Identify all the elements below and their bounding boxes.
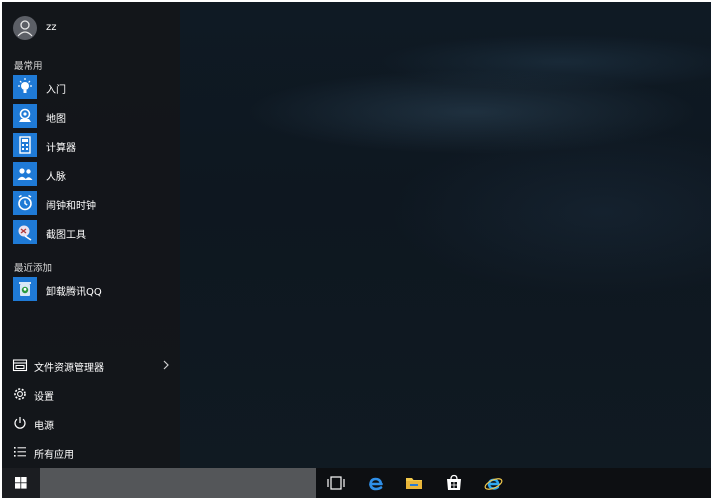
section-most-used: 最常用: [14, 61, 43, 72]
app-item-maps[interactable]: 地图: [2, 104, 180, 130]
app-item-uninstall-qq[interactable]: 卸载腾讯QQ: [2, 277, 180, 303]
sys-item-file-explorer[interactable]: 文件资源管理器: [2, 354, 180, 378]
sys-label: 所有应用: [34, 450, 74, 461]
calculator-icon: [13, 133, 37, 157]
app-label: 截图工具: [46, 230, 86, 241]
store-icon[interactable]: [443, 473, 465, 493]
all-apps-list-icon: [14, 447, 26, 457]
task-view-icon[interactable]: [325, 473, 347, 493]
user-name: zz: [46, 22, 57, 33]
sys-item-settings[interactable]: 设置: [2, 383, 180, 407]
app-label: 计算器: [46, 143, 76, 154]
internet-explorer-icon[interactable]: [482, 473, 504, 493]
settings-gear-icon: [14, 388, 26, 400]
lightbulb-icon: [13, 75, 37, 99]
app-item-snipping-tool[interactable]: 截图工具: [2, 220, 180, 246]
app-label: 闹钟和时钟: [46, 201, 96, 212]
app-label: 地图: [46, 114, 66, 125]
app-label: 人脉: [46, 172, 66, 183]
snipping-tool-icon: [13, 220, 37, 244]
alarm-clock-icon: [13, 191, 37, 215]
windows-logo-icon: [15, 477, 27, 489]
chevron-right-icon[interactable]: [161, 358, 171, 372]
people-icon: [13, 162, 37, 186]
app-item-calculator[interactable]: 计算器: [2, 133, 180, 159]
sys-label: 电源: [34, 421, 54, 432]
app-item-people[interactable]: 人脉: [2, 162, 180, 188]
uninstall-qq-icon: [13, 277, 37, 301]
map-icon: [13, 104, 37, 128]
sys-item-all-apps[interactable]: 所有应用: [2, 441, 180, 465]
app-label: 卸载腾讯QQ: [46, 287, 102, 298]
user-icon: [17, 20, 33, 37]
start-menu: zz 最常用 入门 地图 计算器 人脉 闹钟和时钟 截图工具 最近添加 卸载腾讯…: [2, 2, 180, 468]
file-explorer-icon: [12, 359, 28, 372]
section-recently-added: 最近添加: [14, 263, 53, 274]
edge-icon[interactable]: [364, 473, 386, 493]
taskbar: [2, 468, 711, 498]
sys-item-power[interactable]: 电源: [2, 412, 180, 436]
start-button[interactable]: [2, 468, 40, 498]
power-icon: [14, 417, 26, 429]
app-item-alarms-clock[interactable]: 闹钟和时钟: [2, 191, 180, 217]
file-explorer-icon[interactable]: [403, 473, 425, 493]
user-account[interactable]: zz: [2, 14, 180, 44]
app-item-get-started[interactable]: 入门: [2, 75, 180, 101]
desktop: zz 最常用 入门 地图 计算器 人脉 闹钟和时钟 截图工具 最近添加 卸载腾讯…: [2, 2, 711, 498]
app-label: 入门: [46, 85, 66, 96]
search-box[interactable]: [40, 468, 316, 498]
avatar: [13, 16, 37, 40]
sys-label: 文件资源管理器: [34, 363, 104, 374]
sys-label: 设置: [34, 392, 54, 403]
